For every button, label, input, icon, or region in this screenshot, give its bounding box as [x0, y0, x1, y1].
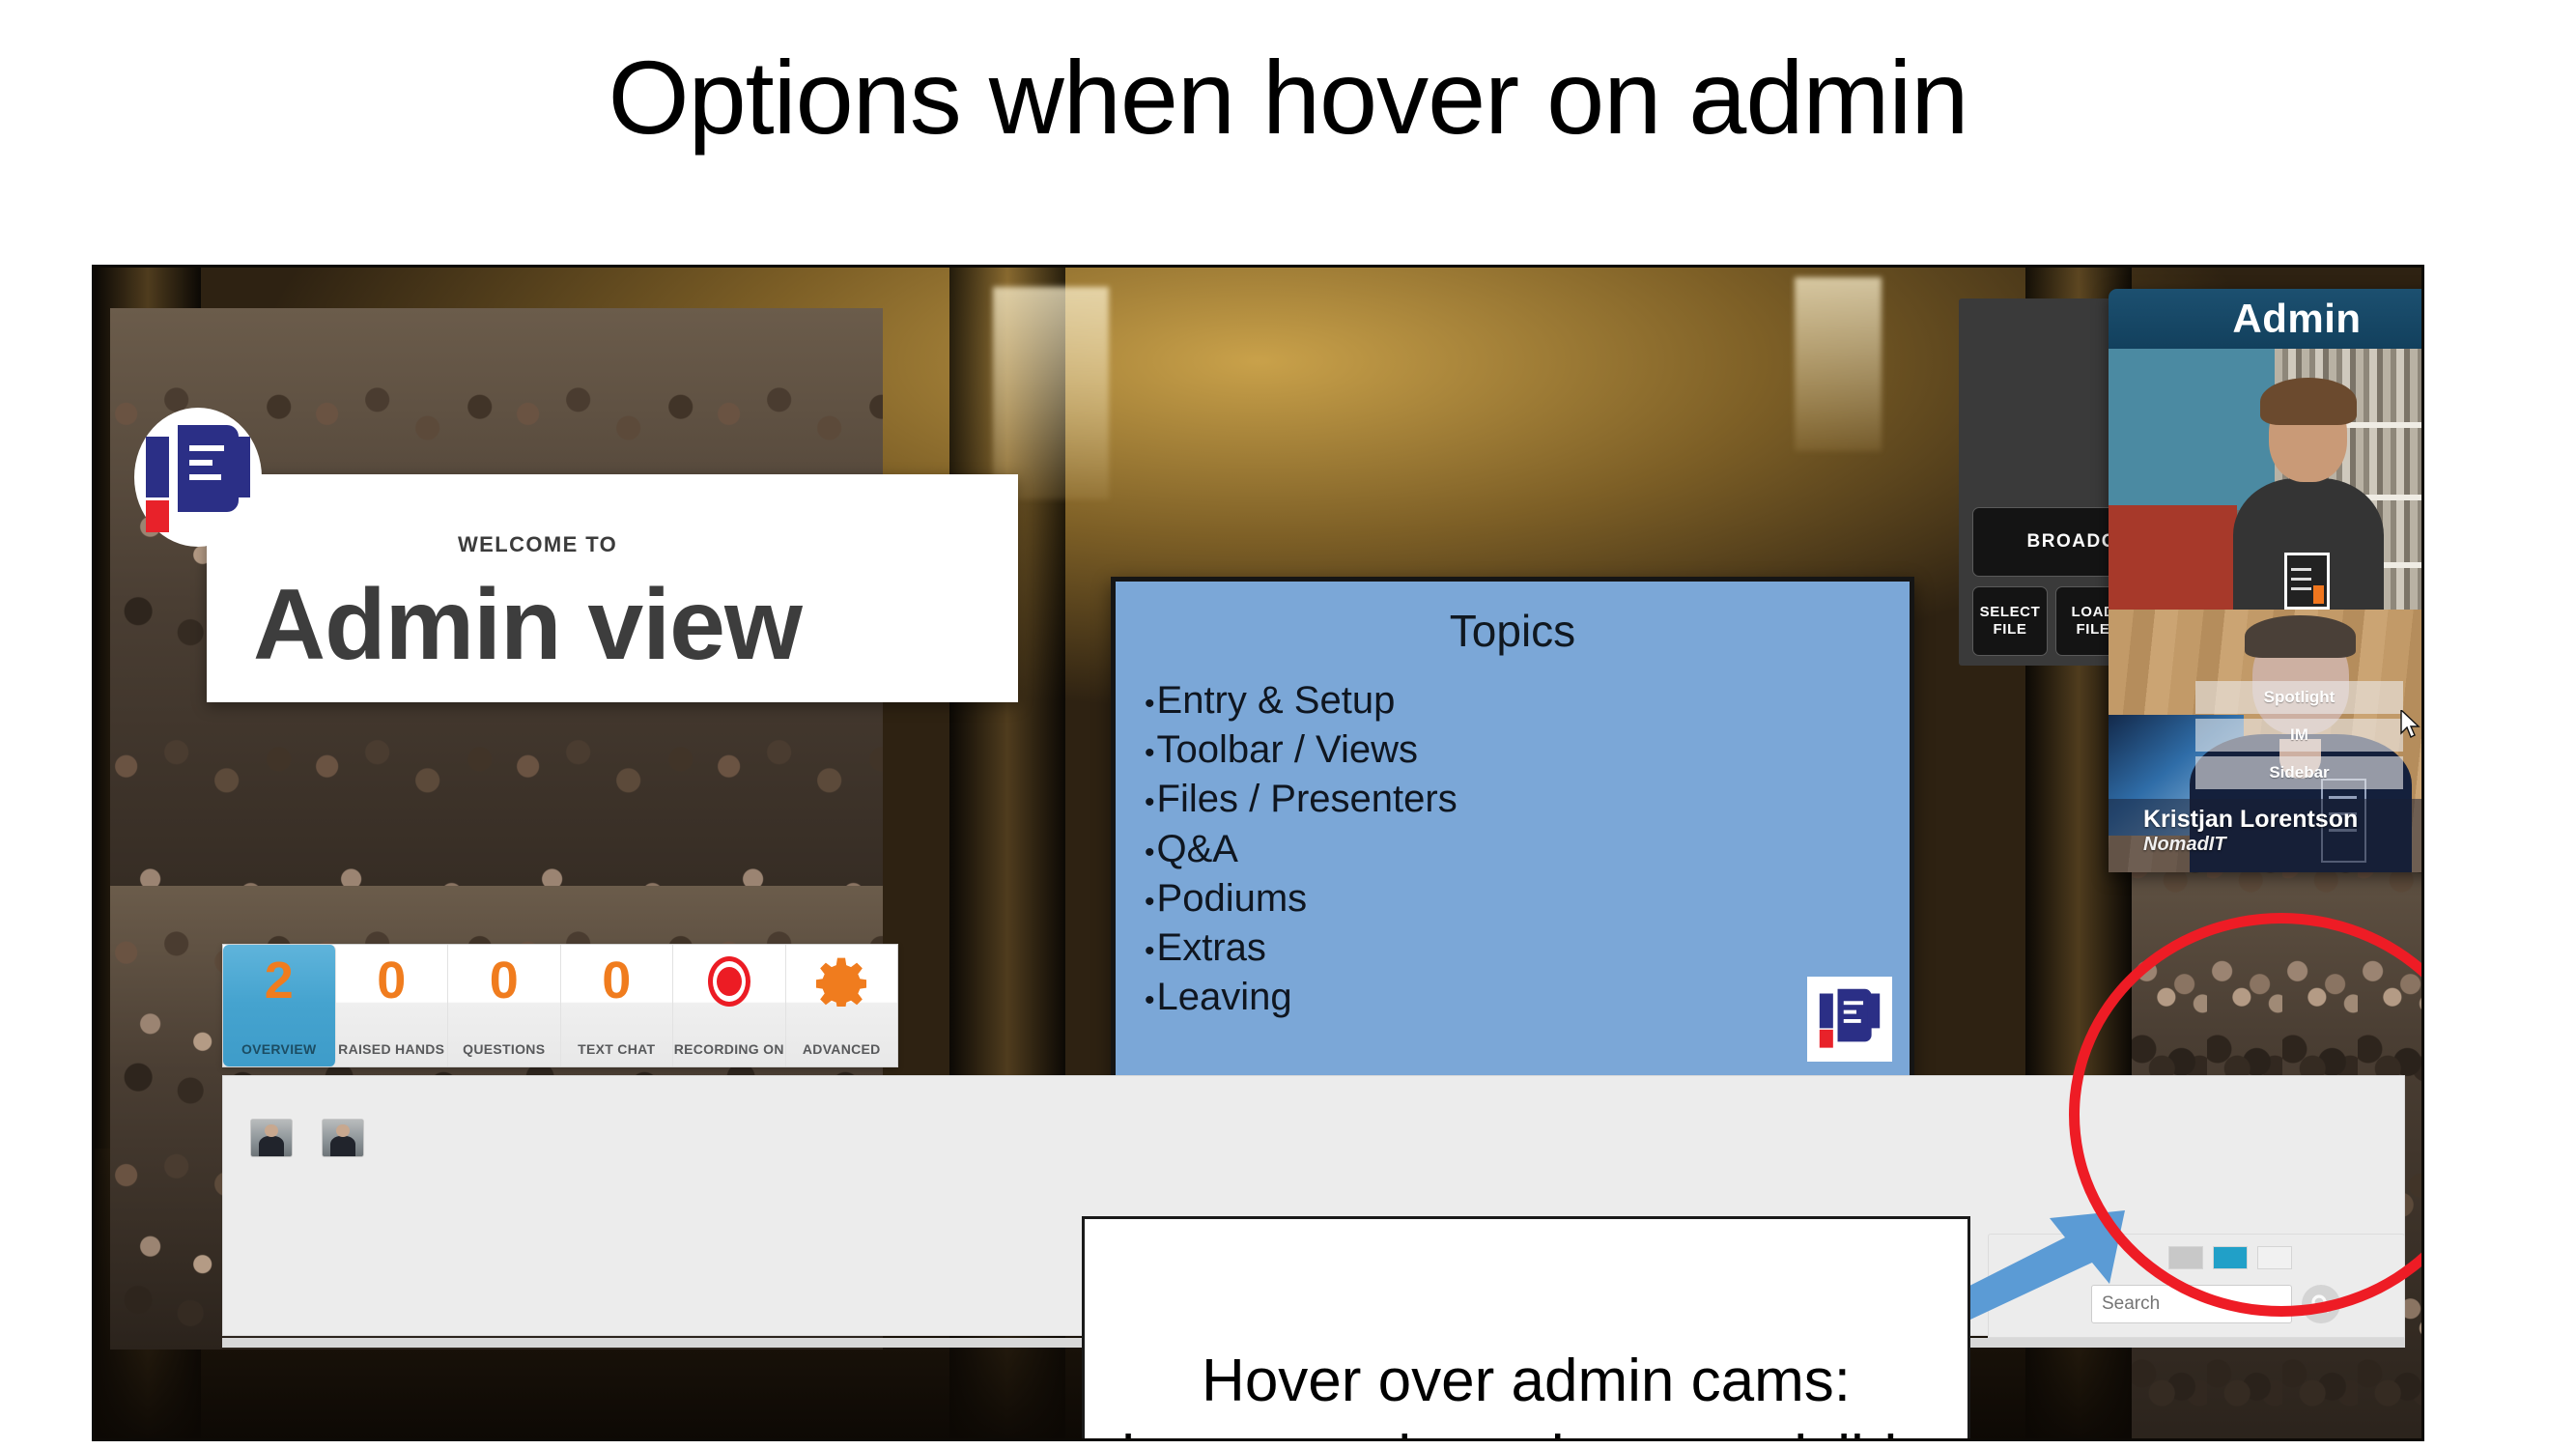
callout-text: Hover over admin cams: images enlarged, … [1121, 1347, 1930, 1438]
admin-panel-title: Admin [2109, 289, 2421, 349]
topics-list: Entry & Setup Toolbar / Views Files / Pr… [1116, 676, 1910, 1022]
participant-organisation: NomadIT [2143, 833, 2226, 855]
record-icon [707, 956, 750, 1007]
nomadit-logo-icon [126, 405, 270, 550]
tab-overview[interactable]: 2 OVERVIEW [223, 945, 336, 1066]
topic-item: Extras [1145, 923, 1910, 973]
participant-avatar-1[interactable] [250, 1119, 293, 1157]
hall-window-b [1795, 277, 1882, 451]
topics-slide: Topics Entry & Setup Toolbar / Views Fil… [1111, 577, 1914, 1084]
raised-hands-label: RAISED HANDS [338, 1041, 445, 1057]
topics-title: Topics [1449, 606, 1576, 656]
admin-panel: Admin Spotlight IM Sidebar Kristjan Lore… [2109, 289, 2421, 872]
tab-questions[interactable]: 0 QUESTIONS [448, 945, 561, 1066]
overview-count: 2 [264, 952, 294, 1009]
topic-item: Toolbar / Views [1145, 725, 1910, 775]
participant-name: Kristjan Lorentson [2143, 806, 2359, 833]
welcome-eyebrow: WELCOME TO [458, 532, 618, 556]
overview-label: OVERVIEW [241, 1041, 317, 1057]
search-icon[interactable] [2302, 1285, 2340, 1323]
questions-count: 0 [489, 952, 519, 1009]
tab-raised-hands[interactable]: 0 RAISED HANDS [336, 945, 448, 1066]
welcome-slide-card: WELCOME TO Admin view [134, 408, 1018, 702]
view-tab-2[interactable] [2213, 1246, 2248, 1269]
option-spotlight[interactable]: Spotlight [2195, 681, 2403, 714]
cam-hover-options-menu: Spotlight IM Sidebar [2195, 681, 2403, 794]
view-tab-3[interactable] [2257, 1246, 2292, 1269]
cam2-hair [2245, 615, 2357, 658]
mouse-pointer-icon [2400, 708, 2421, 739]
gear-icon [815, 956, 868, 1010]
tab-recording[interactable]: RECORDING ON [673, 945, 786, 1066]
questions-label: QUESTIONS [463, 1041, 546, 1057]
text-chat-count: 0 [602, 952, 632, 1009]
cam1-hair [2259, 377, 2357, 426]
admin-webcam-hovered[interactable]: Spotlight IM Sidebar Kristjan Lorentson … [2109, 610, 2421, 872]
option-im[interactable]: IM [2195, 719, 2403, 752]
topic-item: Podiums [1145, 874, 1910, 923]
tab-text-chat[interactable]: 0 TEXT CHAT [561, 945, 673, 1066]
cam1-sofa [2109, 505, 2237, 610]
tab-advanced[interactable]: ADVANCED [786, 945, 898, 1066]
overview-toolbar: 2 OVERVIEW 0 RAISED HANDS 0 QUESTIONS 0 … [222, 944, 898, 1067]
page-title: Options when hover on admin [608, 39, 1969, 156]
embedded-screenshot: WELCOME TO Admin view Topics Entry & Set… [92, 265, 2424, 1441]
recording-label: RECORDING ON [673, 1041, 784, 1057]
cam-nameplate: Kristjan Lorentson NomadIT [2109, 799, 2421, 872]
welcome-headline: Admin view [253, 569, 803, 681]
advanced-label: ADVANCED [802, 1041, 881, 1057]
text-chat-label: TEXT CHAT [578, 1041, 656, 1057]
admin-webcam-primary[interactable] [2109, 349, 2421, 610]
raised-hands-count: 0 [377, 952, 407, 1009]
topic-item: Entry & Setup [1145, 676, 1910, 725]
callout-box: Hover over admin cams: images enlarged, … [1082, 1216, 1970, 1438]
select-file-button[interactable]: SELECT FILE [1972, 586, 2048, 656]
nomadit-logo-icon [1807, 977, 1892, 1062]
cam1-shirt-logo [2283, 553, 2330, 610]
topic-item: Files / Presenters [1145, 775, 1910, 824]
hall-window-a [993, 287, 1109, 499]
topic-item: Q&A [1145, 825, 1910, 874]
cam1-person [2232, 377, 2384, 610]
option-sidebar[interactable]: Sidebar [2195, 756, 2403, 789]
topic-item: Leaving [1145, 973, 1910, 1022]
participant-avatar-2[interactable] [322, 1119, 364, 1157]
